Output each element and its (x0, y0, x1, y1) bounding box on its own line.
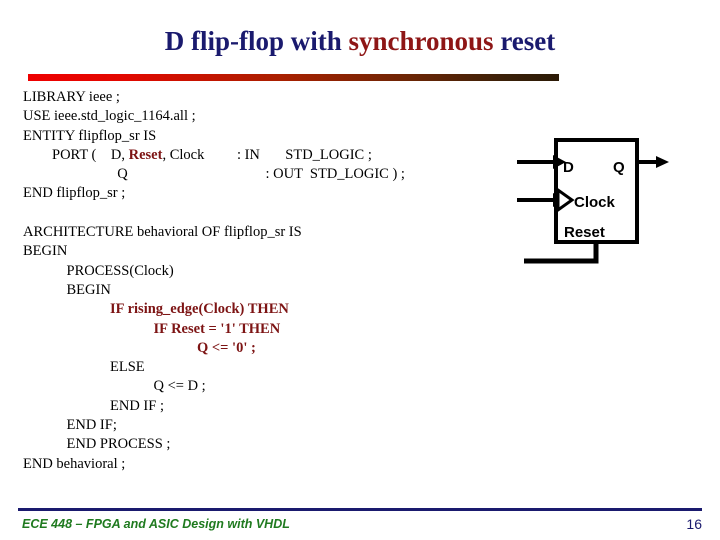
code-line: BEGIN (23, 281, 111, 298)
port-label-d: D (563, 159, 574, 176)
code-line: Q <= D ; (23, 378, 206, 395)
code-fragment: , Clock : IN STD_LOGIC ; (162, 146, 372, 163)
code-keyword-reset: Reset (128, 146, 163, 163)
code-line-highlight: Q <= '0' ; (23, 339, 256, 356)
q-output-arrowhead (656, 156, 669, 168)
page-title-part-1: D flip-flop with (164, 26, 349, 56)
page-number: 16 (686, 516, 702, 532)
code-line: LIBRARY ieee ; (23, 89, 120, 105)
footer-divider (18, 508, 702, 511)
page-title-highlight: synchronous (348, 26, 494, 56)
reset-wire (524, 242, 599, 264)
code-line: USE ieee.std_logic_1164.all ; (23, 108, 196, 125)
code-line-highlight: IF rising_edge(Clock) THEN (23, 301, 289, 318)
port-label-reset: Reset (564, 224, 605, 241)
code-line-highlight: IF Reset = '1' THEN (23, 320, 281, 337)
code-fragment: PORT ( D, (23, 146, 129, 163)
code-line: END PROCESS ; (23, 436, 171, 453)
port-label-q: Q (613, 159, 625, 176)
footer-course-label: ECE 448 – FPGA and ASIC Design with VHDL (22, 517, 290, 531)
d-flip-flop-diagram: D Q Clock Reset (495, 130, 695, 270)
page-title-part-3: reset (493, 26, 556, 56)
title-divider (28, 74, 559, 81)
code-line: END behavioral ; (23, 455, 126, 472)
code-line: END IF ; (23, 397, 164, 414)
code-line: END IF; (23, 417, 117, 434)
page-title: D flip-flop with synchronous reset (0, 26, 720, 57)
port-label-clock: Clock (574, 194, 616, 211)
code-line: ELSE (23, 359, 145, 376)
